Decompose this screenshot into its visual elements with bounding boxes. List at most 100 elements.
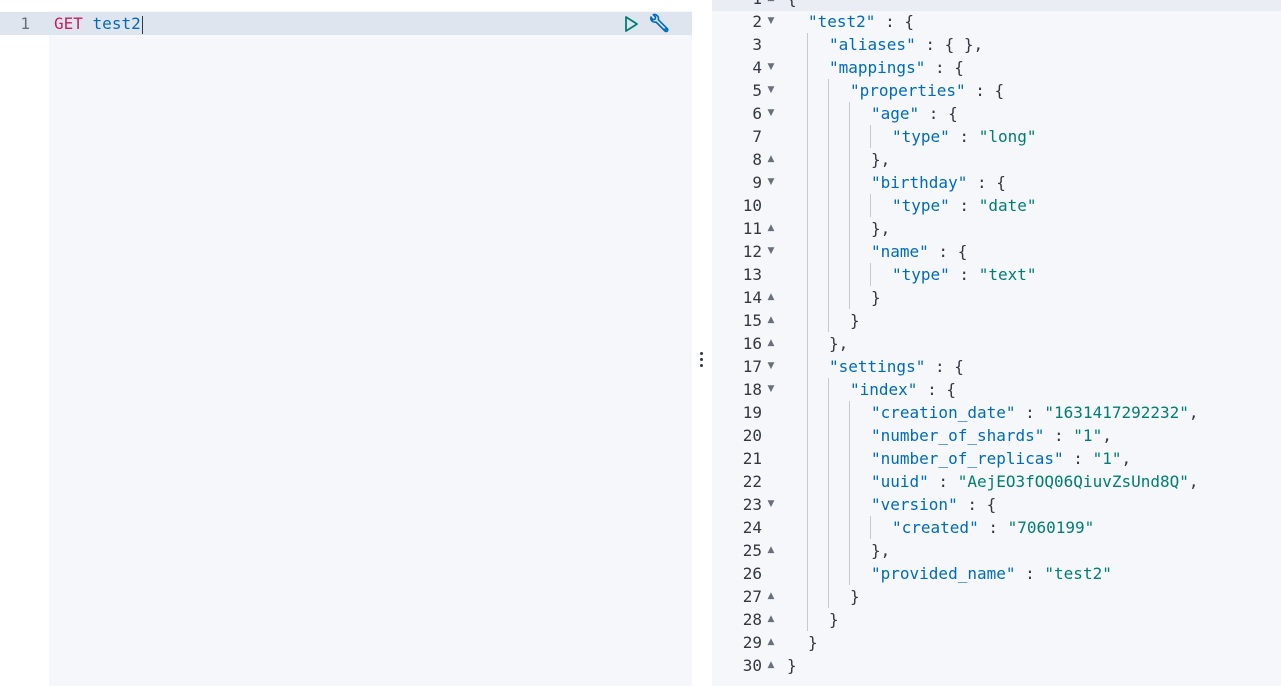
indent-guide (828, 585, 829, 608)
indent-guide (807, 355, 808, 378)
fold-expand-icon[interactable]: ▲ (765, 217, 777, 240)
code-text: "settings" : { (829, 355, 964, 378)
code-text: "type" : "long" (892, 125, 1037, 148)
json-punctuation: : (978, 518, 1008, 537)
code-text: "type" : "date" (892, 194, 1037, 217)
fold-expand-icon[interactable]: ▲ (765, 286, 777, 309)
fold-expand-icon[interactable]: ▲ (765, 309, 777, 332)
send-request-button[interactable] (621, 14, 641, 34)
line-number: 28 (742, 610, 762, 629)
indent-guide (849, 286, 850, 309)
indent-guide (807, 424, 808, 447)
json-key: "number_of_shards" (871, 426, 1045, 445)
fold-collapse-icon[interactable]: ▼ (765, 355, 777, 378)
indent-guide (828, 470, 829, 493)
response-viewer[interactable]: 1▲{2▼"test2" : {3"aliases" : { },4▼"mapp… (712, 0, 1281, 686)
response-line: 6 ▼ "age" : { (712, 102, 1281, 125)
handle-dot (700, 352, 703, 355)
fold-expand-icon[interactable]: ▲ (765, 0, 777, 10)
line-number: 8 (752, 150, 762, 169)
indent-guide (849, 470, 850, 493)
response-line: 30 ▲} (712, 654, 1281, 677)
response-line: 24 "created" : "7060199" (712, 516, 1281, 539)
json-punctuation: : { (925, 357, 964, 376)
indent-guide (849, 493, 850, 516)
json-punctuation: }, (871, 219, 891, 238)
fold-collapse-icon[interactable]: ▼ (765, 102, 777, 125)
response-line: 17 ▼ "settings" : { (712, 355, 1281, 378)
line-number: 27 (742, 587, 762, 606)
indent-guide (807, 493, 808, 516)
indent-guide (807, 447, 808, 470)
json-punctuation: , (1121, 449, 1132, 468)
indent-guide (849, 562, 850, 585)
request-editor-content[interactable] (49, 11, 692, 686)
indent-guide (807, 171, 808, 194)
fold-collapse-icon[interactable]: ▼ (765, 493, 777, 516)
response-line: 23 ▼ "version" : { (712, 493, 1281, 516)
line-number: 20 (742, 426, 762, 445)
fold-collapse-icon[interactable]: ▼ (765, 240, 777, 263)
fold-expand-icon[interactable]: ▲ (765, 585, 777, 608)
fold-collapse-icon[interactable]: ▼ (765, 10, 777, 33)
indent-guide (807, 470, 808, 493)
line-number: 10 (742, 196, 762, 215)
json-key: "aliases" (829, 35, 916, 54)
line-number: 25 (742, 541, 762, 560)
fold-expand-icon[interactable]: ▲ (765, 148, 777, 171)
indent-guide (807, 102, 808, 125)
json-key: "properties" (850, 81, 966, 100)
json-key: "provided_name" (871, 564, 1016, 583)
code-text: "name" : { (871, 240, 967, 263)
json-key: "test2" (808, 12, 876, 31)
line-number: 19 (742, 403, 762, 422)
indent-guide (849, 102, 850, 125)
line-number: 26 (742, 564, 762, 583)
indent-guide (807, 516, 808, 539)
fold-expand-icon[interactable]: ▲ (765, 654, 777, 677)
line-number: 11 (742, 219, 762, 238)
request-line-number: 1 (20, 14, 30, 33)
response-line: 26 "provided_name" : "test2" (712, 562, 1281, 585)
json-punctuation: } (829, 610, 839, 629)
json-key: "uuid" (871, 472, 929, 491)
handle-dot (700, 358, 703, 361)
indent-guide (870, 125, 871, 148)
fold-expand-icon[interactable]: ▲ (765, 631, 777, 654)
json-key: "type" (892, 265, 950, 284)
indent-guide (807, 401, 808, 424)
json-string-value: "1" (1073, 426, 1103, 445)
response-line: 16 ▲}, (712, 332, 1281, 355)
request-line[interactable]: GET test2 (54, 12, 143, 35)
fold-collapse-icon[interactable]: ▼ (765, 378, 777, 401)
json-punctuation: }, (871, 150, 891, 169)
response-line: 14 ▲} (712, 286, 1281, 309)
indent-guide (849, 516, 850, 539)
code-text: "aliases" : { }, (829, 33, 983, 56)
json-punctuation: : { (957, 495, 997, 514)
response-line: 1▲ { (712, 0, 1281, 10)
code-text: "test2" : { (808, 10, 914, 33)
line-number: 14 (742, 288, 762, 307)
request-settings-button[interactable] (647, 13, 671, 35)
fold-collapse-icon[interactable]: ▼ (765, 171, 777, 194)
pane-resize-handle[interactable] (694, 348, 708, 372)
line-number: 18 (742, 380, 762, 399)
indent-guide (828, 447, 829, 470)
response-line: 9 ▼ "birthday" : { (712, 171, 1281, 194)
code-text: "age" : { (871, 102, 958, 125)
fold-expand-icon[interactable]: ▲ (765, 608, 777, 631)
line-number: 9 (752, 173, 762, 192)
indent-guide (849, 539, 850, 562)
fold-expand-icon[interactable]: ▲ (765, 539, 777, 562)
fold-collapse-icon[interactable]: ▼ (765, 56, 777, 79)
fold-expand-icon[interactable]: ▲ (765, 332, 777, 355)
fold-collapse-icon[interactable]: ▼ (765, 79, 777, 102)
json-key: "type" (892, 196, 950, 215)
code-text: "number_of_shards" : "1", (871, 424, 1112, 447)
indent-guide (807, 585, 808, 608)
request-editor[interactable]: 1 GET test2 (0, 0, 692, 686)
json-key: "settings" (829, 357, 926, 376)
json-punctuation: : (949, 196, 979, 215)
response-line: 20 "number_of_shards" : "1", (712, 424, 1281, 447)
